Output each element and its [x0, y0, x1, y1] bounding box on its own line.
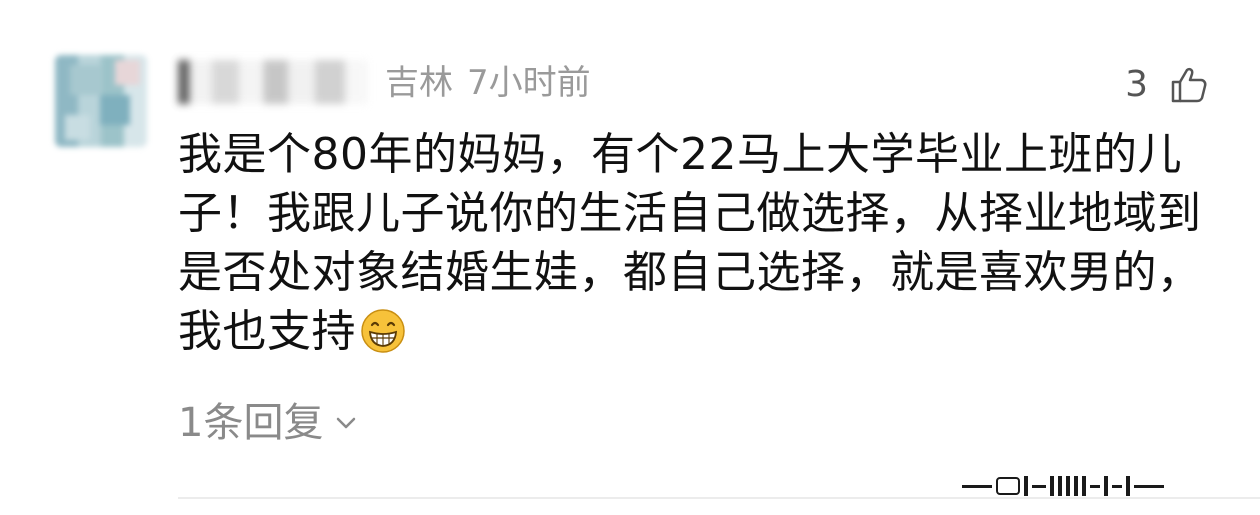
username-blurred[interactable] [178, 60, 368, 104]
view-replies-button[interactable]: 1条回复 [178, 398, 359, 448]
user-location: 吉林 [385, 63, 453, 103]
comment-body: 我是个80年的妈妈，有个22马上大学毕业上班的儿子！我跟儿子说你的生活自己做选择… [178, 129, 1202, 357]
thumbs-up-icon [1171, 67, 1207, 103]
reply-count-label: 1条回复 [178, 400, 324, 446]
comment-time: 7小时前 [467, 63, 591, 103]
watermark-logo [962, 474, 1242, 498]
grinning-face-emoji [361, 309, 405, 353]
avatar[interactable] [55, 55, 147, 147]
chevron-down-icon [337, 417, 356, 429]
like-count: 3 [1125, 64, 1148, 105]
like-button[interactable]: 3 [1125, 62, 1208, 108]
comment-meta: 吉林 7小时前 [385, 58, 591, 108]
comment-text: 我是个80年的妈妈，有个22马上大学毕业上班的儿子！我跟儿子说你的生活自己做选择… [178, 125, 1218, 361]
